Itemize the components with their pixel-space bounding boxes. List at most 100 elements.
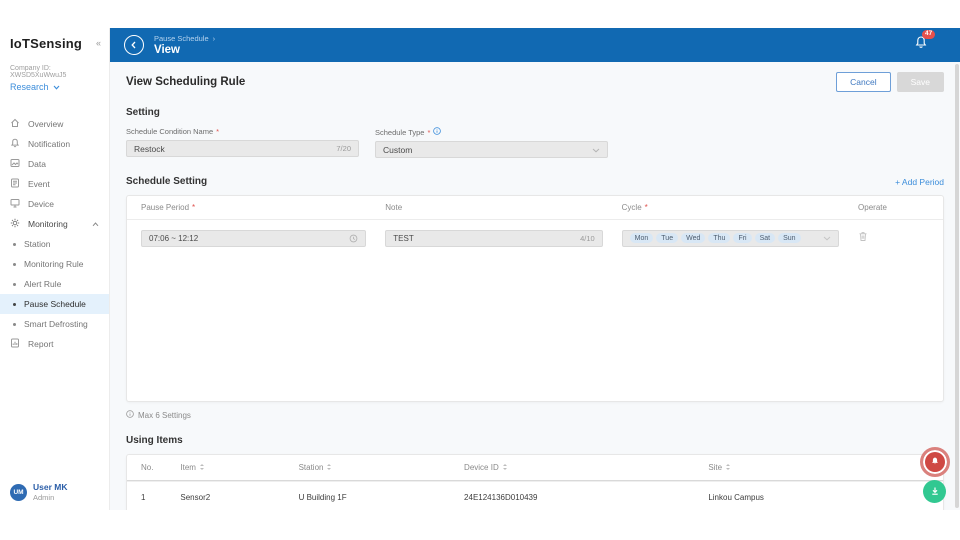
note-counter: 4/10 <box>580 233 595 243</box>
day-chip-wed[interactable]: Wed <box>681 233 706 243</box>
chevron-up-icon <box>92 219 99 229</box>
sidebar-item-label: Overview <box>28 119 64 129</box>
back-button[interactable] <box>124 35 144 55</box>
day-chip-fri[interactable]: Fri <box>733 233 752 243</box>
download-fab-button[interactable] <box>923 480 946 503</box>
chevron-left-icon <box>130 36 138 54</box>
sidebar-item-event[interactable]: Event <box>0 174 109 194</box>
sidebar-item-label: Device <box>28 199 54 209</box>
sort-icon <box>199 463 205 473</box>
bullet-icon <box>13 302 16 306</box>
page-title: View Scheduling Rule <box>126 76 246 88</box>
sidebar-subitem-monitoring-rule[interactable]: Monitoring Rule <box>0 254 109 274</box>
sidebar-subitem-pause-schedule[interactable]: Pause Schedule <box>0 294 109 314</box>
sidebar-subitem-station[interactable]: Station <box>0 234 109 254</box>
sort-icon <box>725 463 731 473</box>
breadcrumb-separator: › <box>212 34 216 43</box>
schedule-type-select[interactable]: Custom <box>375 141 608 158</box>
col-operate: Operate <box>858 203 887 212</box>
user-profile[interactable]: UM User MK Admin <box>10 482 67 502</box>
trash-icon <box>858 229 868 247</box>
sidebar-item-label: Event <box>28 179 50 189</box>
monitor-icon <box>10 198 20 210</box>
sort-station-header[interactable]: Station <box>299 463 464 473</box>
condition-name-label: Schedule Condition Name <box>126 127 214 136</box>
sidebar-nav: Overview Notification Data Event Device … <box>0 114 109 354</box>
sidebar-item-report[interactable]: Report <box>0 334 109 354</box>
sort-icon <box>502 463 508 473</box>
col-no: No. <box>141 463 154 472</box>
day-chip-sat[interactable]: Sat <box>754 233 776 243</box>
page-header-title: View <box>154 44 180 56</box>
using-items-heading: Using Items <box>126 435 183 446</box>
sidebar-item-label: Notification <box>28 139 71 149</box>
info-icon[interactable] <box>433 127 442 137</box>
cell-station: U Building 1F <box>298 492 347 502</box>
workspace-selector[interactable]: Research <box>10 82 99 92</box>
clock-icon <box>349 234 358 243</box>
delete-period-button[interactable] <box>858 229 929 247</box>
bullet-icon <box>13 282 16 286</box>
breadcrumb[interactable]: Pause Schedule › <box>154 34 215 43</box>
app-logo: IoTSensing <box>10 36 83 51</box>
note-input[interactable]: TEST 4/10 <box>385 229 603 247</box>
chevron-down-icon <box>53 82 60 92</box>
condition-name-input[interactable]: Restock 7/20 <box>126 140 359 157</box>
sidebar-item-data[interactable]: Data <box>0 154 109 174</box>
sidebar-item-device[interactable]: Device <box>0 194 109 214</box>
sidebar-subitem-smart-defrosting[interactable]: Smart Defrosting <box>0 314 109 334</box>
sidebar-item-monitoring[interactable]: Monitoring <box>0 214 109 234</box>
schedule-row: 07:06 ~ 12:12 TEST 4/10 Mon Tue Wed Thu … <box>127 220 943 256</box>
company-id: Company ID: XWSD5XuWwuJ5 <box>10 65 67 79</box>
required-mark: * <box>192 203 196 212</box>
day-chip-sun[interactable]: Sun <box>778 233 801 243</box>
cycle-select[interactable]: Mon Tue Wed Thu Fri Sat Sun <box>621 229 840 247</box>
sidebar: IoTSensing « Company ID: XWSD5XuWwuJ5 Re… <box>0 28 110 510</box>
info-icon <box>126 410 134 420</box>
cell-no: 1 <box>141 492 146 502</box>
home-icon <box>10 118 20 130</box>
sidebar-subitem-label: Pause Schedule <box>24 299 86 309</box>
sidebar-subitem-label: Monitoring Rule <box>24 259 84 269</box>
day-chip-tue[interactable]: Tue <box>656 233 679 243</box>
sidebar-subitem-label: Alert Rule <box>24 279 62 289</box>
breadcrumb-item[interactable]: Pause Schedule <box>154 34 209 43</box>
notification-bell-button[interactable]: 47 <box>914 30 936 55</box>
sidebar-subitem-alert-rule[interactable]: Alert Rule <box>0 274 109 294</box>
report-icon <box>10 338 20 350</box>
cell-device-id: 24E124136D010439 <box>464 492 538 502</box>
schedule-setting-heading: Schedule Setting <box>126 176 208 187</box>
max-settings-note: Max 6 Settings <box>138 410 191 420</box>
sidebar-item-notification[interactable]: Notification <box>0 134 109 154</box>
scrollbar[interactable] <box>955 64 959 508</box>
sidebar-item-label: Data <box>28 159 46 169</box>
pause-period-input[interactable]: 07:06 ~ 12:12 <box>141 229 366 247</box>
alarm-bell-icon <box>930 453 940 471</box>
app-window: IoTSensing « Company ID: XWSD5XuWwuJ5 Re… <box>0 28 960 510</box>
sort-device-id-header[interactable]: Device ID <box>464 463 708 473</box>
sort-item-header[interactable]: Item <box>180 463 298 473</box>
required-mark: * <box>216 127 220 136</box>
chevron-down-icon <box>592 145 600 155</box>
download-icon <box>930 483 940 501</box>
cancel-button[interactable]: Cancel <box>836 72 891 92</box>
notification-badge: 47 <box>922 30 936 39</box>
workspace-name: Research <box>10 82 49 92</box>
document-icon <box>10 178 20 190</box>
save-button[interactable]: Save <box>896 72 944 92</box>
page-content: View Scheduling Rule Cancel Save Setting… <box>110 62 960 510</box>
cell-site: Linkou Campus <box>708 492 764 502</box>
day-chip-thu[interactable]: Thu <box>708 233 731 243</box>
add-period-button[interactable]: + Add Period <box>895 177 944 187</box>
sort-site-header[interactable]: Site <box>708 463 929 473</box>
schedule-type-label: Schedule Type <box>375 127 425 137</box>
using-items-table: No. Item Station Device ID Site 1 Sensor… <box>126 454 944 510</box>
bell-icon <box>10 138 20 150</box>
alarm-fab-button[interactable] <box>920 447 950 477</box>
sidebar-subitem-label: Smart Defrosting <box>24 319 88 329</box>
sidebar-collapse-icon[interactable]: « <box>96 38 101 48</box>
sidebar-item-overview[interactable]: Overview <box>0 114 109 134</box>
gear-icon <box>10 218 20 230</box>
day-chip-mon[interactable]: Mon <box>629 233 654 243</box>
cell-item: Sensor2 <box>180 492 211 502</box>
